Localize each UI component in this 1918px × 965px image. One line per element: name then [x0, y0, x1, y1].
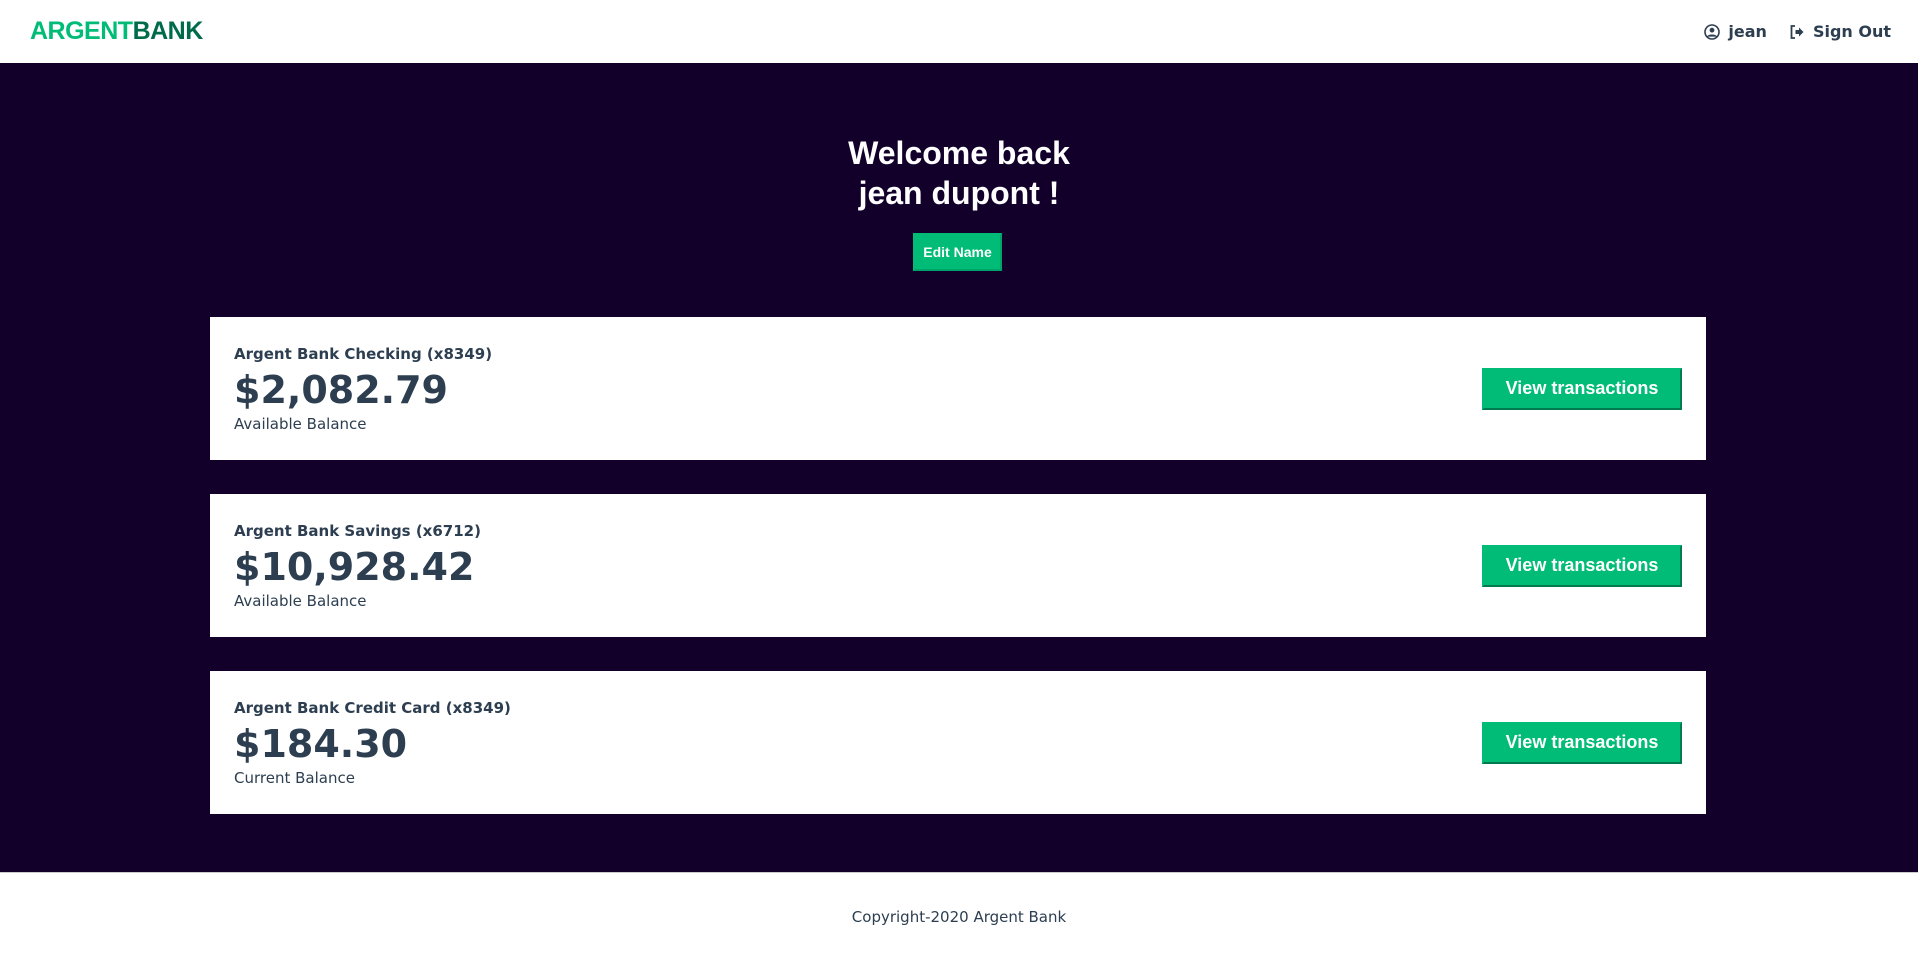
logo-link[interactable]: ARGENT BANK [30, 17, 203, 46]
welcome-title: Welcome back jean dupont ! [0, 133, 1918, 213]
account-amount-description: Available Balance [234, 414, 367, 433]
nav-right: jean Sign Out [1704, 22, 1891, 41]
copyright-text: Copyright-2020 Argent Bank [851, 908, 1067, 926]
account-amount-description: Current Balance [234, 768, 355, 787]
account-content: Argent Bank Checking (x8349) $2,082.79 A… [234, 345, 492, 433]
account-title: Argent Bank Savings (x6712) [234, 521, 481, 540]
account-card: Argent Bank Checking (x8349) $2,082.79 A… [210, 317, 1706, 460]
sign-out-label: Sign Out [1812, 22, 1891, 41]
account-amount: $10,928.42 [234, 544, 475, 589]
sign-out-link[interactable]: Sign Out [1789, 22, 1891, 41]
footer: Copyright-2020 Argent Bank [0, 872, 1918, 965]
view-transactions-button[interactable]: View transactions [1482, 721, 1682, 764]
user-circle-icon [1704, 23, 1721, 40]
account-amount-description: Available Balance [234, 591, 367, 610]
view-transactions-button[interactable]: View transactions [1482, 367, 1682, 410]
logo-argent: ARGENT [30, 17, 133, 45]
account-content: Argent Bank Credit Card (x8349) $184.30 … [234, 699, 511, 787]
account-card: Argent Bank Credit Card (x8349) $184.30 … [210, 671, 1706, 814]
account-amount: $184.30 [234, 721, 408, 766]
account-title: Argent Bank Credit Card (x8349) [234, 698, 511, 717]
user-profile-link[interactable]: jean [1704, 22, 1767, 41]
edit-name-button[interactable]: Edit Name [913, 233, 1002, 271]
account-card: Argent Bank Savings (x6712) $10,928.42 A… [210, 494, 1706, 637]
main-content: Welcome back jean dupont ! Edit Name Arg… [0, 63, 1918, 872]
view-transactions-button[interactable]: View transactions [1482, 544, 1682, 587]
account-amount: $2,082.79 [234, 367, 448, 412]
main-nav: ARGENT BANK jean Sign Out [0, 0, 1918, 63]
account-content: Argent Bank Savings (x6712) $10,928.42 A… [234, 522, 481, 610]
logo-bank: BANK [132, 17, 204, 45]
sign-out-icon [1790, 24, 1804, 39]
welcome-header: Welcome back jean dupont ! [0, 133, 1918, 213]
account-title: Argent Bank Checking (x8349) [234, 344, 493, 363]
user-name: jean [1728, 22, 1767, 41]
welcome-line-1: Welcome back [848, 135, 1070, 171]
welcome-line-2: jean dupont ! [858, 175, 1060, 211]
